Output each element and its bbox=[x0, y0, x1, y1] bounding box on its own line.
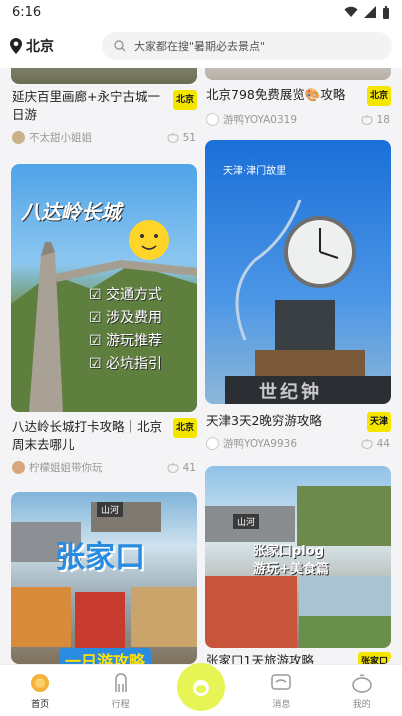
city-tag: 张家口 bbox=[357, 652, 391, 664]
location-label: 北京 bbox=[26, 39, 54, 55]
like-button[interactable]: 51 bbox=[167, 132, 196, 144]
profile-icon bbox=[352, 673, 372, 693]
avatar bbox=[12, 461, 25, 474]
like-icon bbox=[167, 132, 179, 143]
image-list-item: ☑ 游玩推荐 bbox=[89, 333, 163, 349]
image-big-text: 张家口 bbox=[55, 540, 145, 575]
like-count: 41 bbox=[182, 461, 196, 474]
tab-message-label: 消息 bbox=[272, 699, 291, 710]
tab-home[interactable]: 首页 bbox=[10, 672, 70, 710]
battery-icon bbox=[383, 5, 389, 19]
like-button[interactable]: 44 bbox=[361, 438, 390, 450]
author[interactable]: 柠檬姐姐带你玩 bbox=[12, 460, 103, 475]
post-title: 北京798免费展览🎨攻略 bbox=[206, 87, 346, 102]
search-placeholder: 大家都在搜"暑期必去景点" bbox=[134, 40, 266, 53]
post-title: 延庆百里画廊+永宁古城一日游 bbox=[12, 89, 160, 122]
avatar bbox=[206, 113, 219, 126]
author-name: 游鸭YOYA9936 bbox=[223, 438, 298, 450]
like-count: 51 bbox=[182, 131, 196, 144]
post-card[interactable]: 延庆百里画廊+永宁古城一日游 北京 不太甜小姐姐 51 bbox=[11, 68, 197, 150]
image-headline: 八达岭长城 bbox=[21, 200, 121, 224]
post-card[interactable]: 北京798免费展览🎨攻略 北京 游鸭YOYA0319 18 bbox=[205, 68, 391, 150]
city-tag: 天津 bbox=[366, 412, 391, 432]
image-list-item: ☑ 交通方式 bbox=[89, 287, 163, 303]
avatar bbox=[206, 437, 219, 450]
bottom-tab-bar: 首页 行程 消息 我的 bbox=[0, 662, 402, 716]
like-button[interactable]: 18 bbox=[361, 114, 390, 126]
tab-mine-label: 我的 bbox=[352, 699, 371, 710]
author-name: 游鸭YOYA0319 bbox=[223, 114, 298, 126]
like-count: 44 bbox=[376, 437, 390, 450]
image-title-2: 游玩+美食篇 bbox=[253, 562, 329, 577]
post-image bbox=[205, 68, 391, 80]
post-card[interactable]: 山河 张家口plog 游玩+美食篇 张家口1天旅游攻略 张家口 bbox=[205, 466, 391, 664]
like-icon bbox=[167, 462, 179, 473]
author-name: 柠檬姐姐带你玩 bbox=[29, 462, 103, 474]
author-name: 不太甜小姐姐 bbox=[29, 132, 92, 144]
post-card[interactable]: 八达岭长城 ☑ 交通方式 ☑ 涉及费用 ☑ 游玩推荐 ☑ 必坑指引 八达岭长城打… bbox=[11, 164, 197, 480]
city-tag: 北京 bbox=[172, 418, 197, 438]
home-icon bbox=[31, 673, 50, 692]
tab-trip-label: 行程 bbox=[111, 699, 130, 710]
location-pin-icon bbox=[10, 38, 22, 54]
author[interactable]: 不太甜小姐姐 bbox=[12, 130, 92, 145]
tab-mine[interactable]: 我的 bbox=[332, 672, 392, 710]
image-gate-text: 山河 bbox=[97, 502, 124, 517]
post-title: 张家口1天旅游攻略 bbox=[206, 653, 314, 664]
city-tag: 北京 bbox=[172, 90, 197, 110]
post-image: 八达岭长城 ☑ 交通方式 ☑ 涉及费用 ☑ 游玩推荐 ☑ 必坑指引 bbox=[11, 164, 197, 412]
post-image bbox=[11, 68, 197, 84]
tab-message[interactable]: 消息 bbox=[251, 672, 311, 710]
tab-home-label: 首页 bbox=[31, 699, 50, 710]
message-icon bbox=[271, 673, 292, 690]
image-gate-text: 山河 bbox=[233, 514, 260, 529]
image-title-1: 张家口plog bbox=[253, 544, 324, 559]
tab-trip[interactable]: 行程 bbox=[91, 672, 151, 710]
feed: 延庆百里画廊+永宁古城一日游 北京 不太甜小姐姐 51 八达岭长城 ☑ 交通方式… bbox=[0, 68, 402, 664]
image-corner-text: 天津·津门故里 bbox=[223, 166, 287, 177]
post-title: 八达岭长城打卡攻略｜北京周末去哪儿 bbox=[12, 419, 163, 452]
post-image: 山河 张家口 一日游攻略 bbox=[11, 492, 197, 664]
create-button[interactable] bbox=[176, 662, 225, 711]
status-bar: 6:16 bbox=[0, 0, 402, 24]
status-time: 6:16 bbox=[12, 4, 42, 20]
search-input[interactable]: 大家都在搜"暑期必去景点" bbox=[102, 32, 392, 60]
like-icon bbox=[361, 438, 373, 449]
tab-create[interactable] bbox=[171, 662, 231, 711]
avatar bbox=[12, 131, 25, 144]
post-image: 山河 张家口plog 游玩+美食篇 bbox=[205, 466, 391, 648]
image-sign-text: 世纪钟 bbox=[259, 382, 322, 403]
post-image: 天津·津门故里 世纪钟 bbox=[205, 140, 391, 404]
image-list-item: ☑ 涉及费用 bbox=[89, 310, 163, 326]
top-header: 北京 大家都在搜"暑期必去景点" bbox=[0, 24, 402, 68]
location-selector[interactable]: 北京 bbox=[10, 36, 96, 56]
signal-icon bbox=[364, 6, 376, 18]
author[interactable]: 游鸭YOYA9936 bbox=[206, 436, 297, 451]
post-card[interactable]: 天津·津门故里 世纪钟 天津3天2晚穷游攻略 天津 游鸭YOYA9936 44 bbox=[205, 140, 391, 452]
post-title: 天津3天2晚穷游攻略 bbox=[206, 413, 322, 428]
city-tag: 北京 bbox=[366, 86, 391, 106]
author[interactable]: 游鸭YOYA0319 bbox=[206, 112, 297, 127]
like-icon bbox=[361, 114, 373, 125]
like-button[interactable]: 41 bbox=[167, 462, 196, 474]
image-banner-text: 一日游攻略 bbox=[59, 648, 152, 664]
search-icon bbox=[114, 40, 126, 52]
post-card[interactable]: 山河 张家口 一日游攻略 bbox=[11, 492, 197, 664]
wifi-icon bbox=[344, 6, 358, 17]
trip-icon bbox=[114, 672, 127, 692]
create-icon bbox=[192, 679, 209, 696]
like-count: 18 bbox=[376, 113, 390, 126]
image-list-item: ☑ 必坑指引 bbox=[89, 356, 163, 372]
